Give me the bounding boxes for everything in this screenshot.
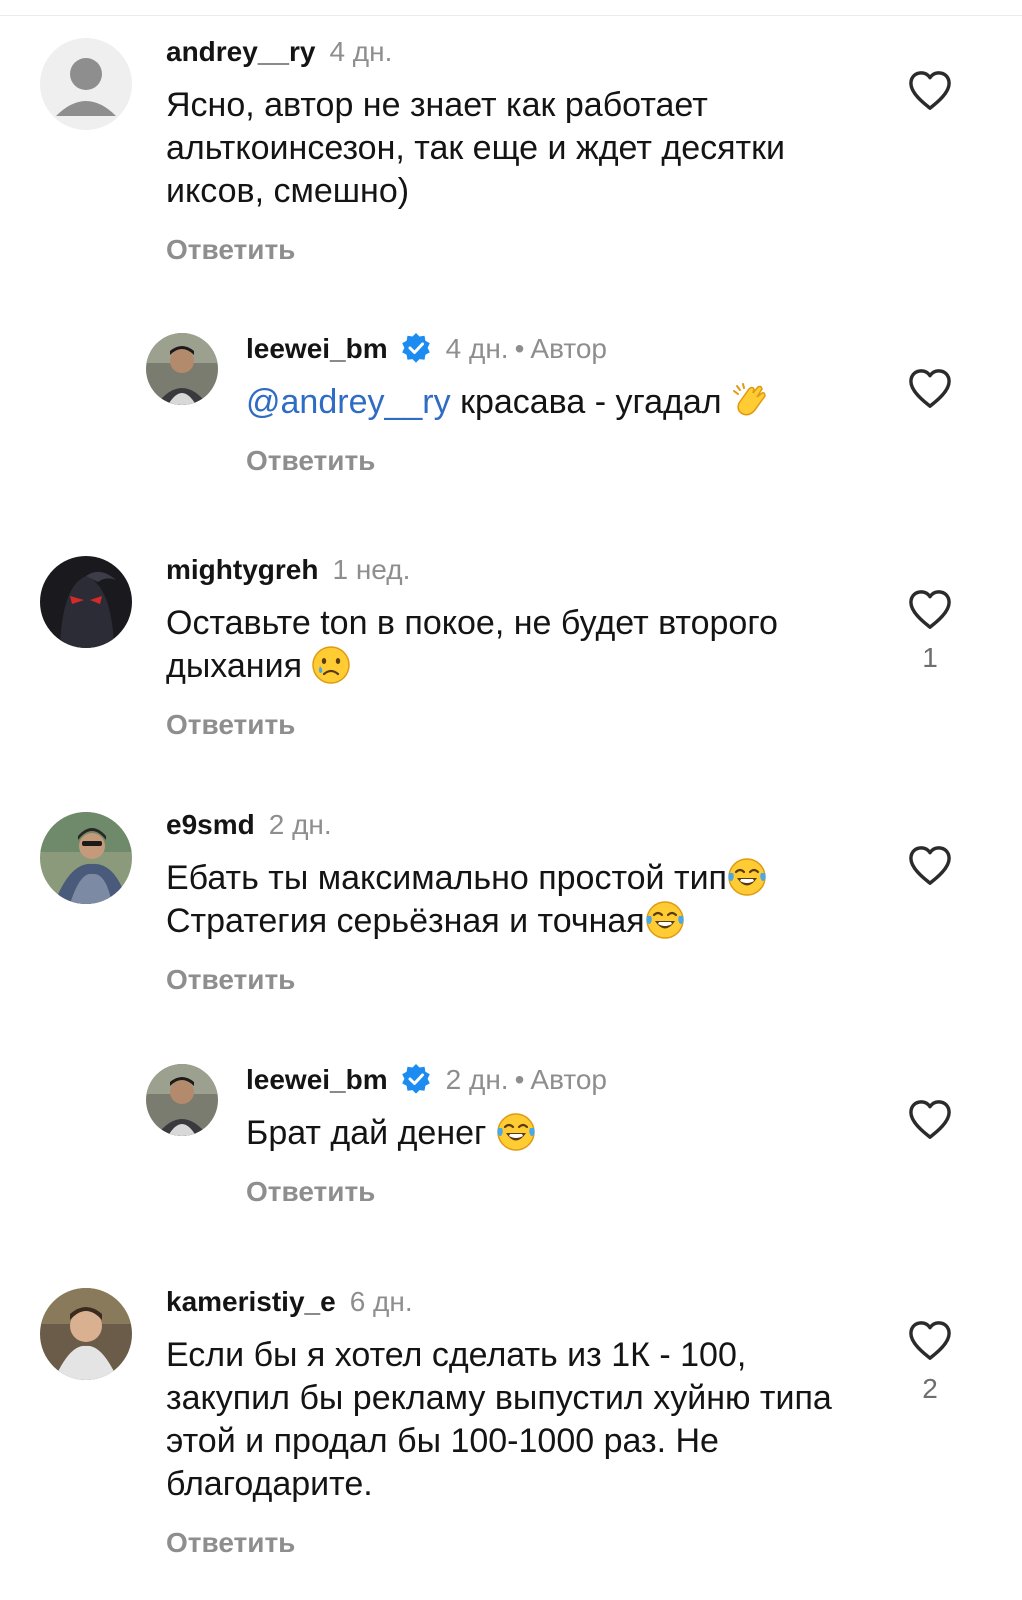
like-count: 1 xyxy=(922,642,938,673)
comment-time: 4 дн. xyxy=(329,36,393,67)
comment-time: 6 дн. xyxy=(349,1286,413,1317)
like-count: 2 xyxy=(922,1373,938,1404)
like-button[interactable]: 1 xyxy=(906,589,954,675)
author-label: Автор xyxy=(530,1064,607,1095)
user-photo-icon xyxy=(40,556,132,648)
crying-face-emoji-icon xyxy=(311,645,351,685)
reply-button[interactable]: Ответить xyxy=(246,1175,946,1209)
heart-icon xyxy=(909,590,951,629)
comment-text-part: Ебать ты максимально простой тип xyxy=(166,859,727,897)
mention-link[interactable]: @andrey__ry xyxy=(246,383,451,421)
like-button[interactable]: 2 xyxy=(906,1320,954,1406)
avatar[interactable] xyxy=(40,556,132,648)
like-button[interactable] xyxy=(906,1099,954,1151)
default-avatar-icon xyxy=(40,38,132,130)
reply-button[interactable]: Ответить xyxy=(166,1526,866,1560)
comment-text-part: Оставьте ton в покое, не будет второго д… xyxy=(166,604,778,685)
heart-icon xyxy=(909,71,951,110)
comments-list: andrey__ry 4 дн. Ясно, автор не знает как… xyxy=(0,0,1022,1600)
comment-text: Ебать ты максимально простой тип Стратеги… xyxy=(166,857,866,943)
verified-badge-icon xyxy=(400,1063,432,1095)
avatar[interactable] xyxy=(146,1064,218,1136)
heart-icon xyxy=(909,1321,951,1360)
heart-icon xyxy=(909,1100,951,1139)
comment-text: Брат дай денег xyxy=(246,1112,946,1155)
heart-icon xyxy=(909,846,951,885)
separator-dot: • xyxy=(514,1064,525,1095)
comment-username[interactable]: mightygreh xyxy=(166,554,318,585)
user-photo-icon xyxy=(146,333,218,405)
like-button[interactable] xyxy=(906,70,954,122)
avatar[interactable] xyxy=(40,38,132,130)
comment-text: Оставьте ton в покое, не будет второго д… xyxy=(166,602,866,688)
avatar[interactable] xyxy=(146,333,218,405)
user-photo-icon xyxy=(146,1064,218,1136)
comment-time: 2 дн. xyxy=(268,809,332,840)
verified-badge-icon xyxy=(400,332,432,364)
reply-button[interactable]: Ответить xyxy=(166,233,866,267)
tears-of-joy-emoji-icon xyxy=(645,900,685,940)
like-button[interactable] xyxy=(906,368,954,420)
comment-text: Если бы я хотел сделать из 1К - 100, зак… xyxy=(166,1336,832,1503)
heart-icon xyxy=(909,369,951,408)
comment-username[interactable]: leewei_bm xyxy=(246,1064,388,1095)
comment-username[interactable]: leewei_bm xyxy=(246,333,388,364)
comment-username[interactable]: andrey__ry xyxy=(166,36,315,67)
comment-username[interactable]: kameristiy_e xyxy=(166,1286,336,1317)
comment-text-part: Стратегия серьёзная и точная xyxy=(166,902,645,940)
comment-text-part: Брат дай денег xyxy=(246,1114,496,1152)
comment-username[interactable]: e9smd xyxy=(166,809,255,840)
user-photo-icon xyxy=(40,1288,132,1380)
reply-button[interactable]: Ответить xyxy=(166,963,866,997)
comment-time: 1 нед. xyxy=(332,554,411,585)
separator-dot: • xyxy=(514,333,525,364)
like-button[interactable] xyxy=(906,845,954,897)
avatar[interactable] xyxy=(40,1288,132,1380)
reply-button[interactable]: Ответить xyxy=(166,708,866,742)
author-label: Автор xyxy=(530,333,607,364)
clapping-hands-emoji-icon xyxy=(731,381,771,421)
reply-button[interactable]: Ответить xyxy=(246,444,946,478)
tears-of-joy-emoji-icon xyxy=(727,857,767,897)
comment-text: @andrey__ry красава - угадал xyxy=(246,381,946,424)
avatar[interactable] xyxy=(40,812,132,904)
user-photo-icon xyxy=(40,812,132,904)
tears-of-joy-emoji-icon xyxy=(496,1112,536,1152)
comment-text-part: красава - угадал xyxy=(450,383,732,421)
comment-time: 2 дн. xyxy=(445,1064,509,1095)
comment-time: 4 дн. xyxy=(445,333,509,364)
comment-text: Ясно, автор не знает как работает альтко… xyxy=(166,86,785,210)
